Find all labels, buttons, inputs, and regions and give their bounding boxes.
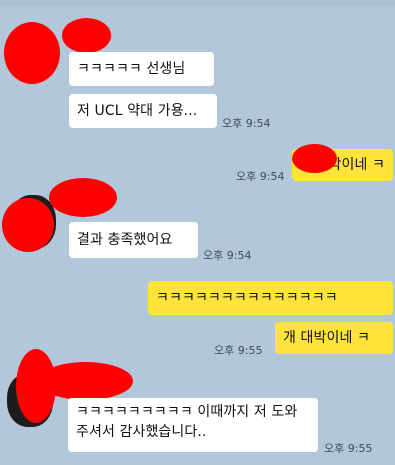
sender-name-redaction xyxy=(62,18,111,53)
message-time: 오후 9:55 xyxy=(214,344,263,357)
message-text: ㅋㅋㅋㅋㅋㅋㅋㅋㅋ 이때까지 저 도와주셔서 감사했습니다.. xyxy=(76,404,298,440)
message-bubble[interactable]: ㅋㅋㅋㅋㅋ 선생님 xyxy=(69,52,214,86)
message-time: 오후 9:54 xyxy=(203,249,252,262)
avatar[interactable] xyxy=(2,198,54,252)
message-text: 개 대박이네 ㅋ xyxy=(283,330,370,346)
chat-area[interactable]: ㅋㅋㅋㅋㅋ 선생님 저 UCL 약대 가용... 오후 9:54 박이네 ㅋ 오… xyxy=(0,0,395,465)
message-text: ㅋㅋㅋㅋㅋㅋㅋㅋㅋㅋㅋㅋㅋㅋ xyxy=(156,290,338,306)
message-time: 오후 9:54 xyxy=(236,170,285,183)
message-time: 오후 9:55 xyxy=(324,442,373,455)
message-time: 오후 9:54 xyxy=(222,117,271,130)
sender-name-redaction xyxy=(38,362,133,400)
bubble-redaction xyxy=(292,144,337,173)
top-strip xyxy=(0,0,395,6)
sender-name-redaction xyxy=(49,178,117,217)
message-text: ㅋㅋㅋㅋㅋ 선생님 xyxy=(77,61,186,77)
avatar[interactable] xyxy=(4,22,60,84)
message-text: 저 UCL 약대 가용... xyxy=(77,103,198,119)
message-bubble[interactable]: 개 대박이네 ㅋ xyxy=(275,322,393,354)
message-bubble[interactable]: 저 UCL 약대 가용... xyxy=(69,94,217,128)
message-text: 결과 충족했어요 xyxy=(77,232,173,248)
message-bubble[interactable]: 결과 충족했어요 xyxy=(69,222,198,258)
message-bubble[interactable]: ㅋㅋㅋㅋㅋㅋㅋㅋㅋ 이때까지 저 도와주셔서 감사했습니다.. xyxy=(68,398,318,452)
message-bubble[interactable]: ㅋㅋㅋㅋㅋㅋㅋㅋㅋㅋㅋㅋㅋㅋ xyxy=(148,281,393,315)
